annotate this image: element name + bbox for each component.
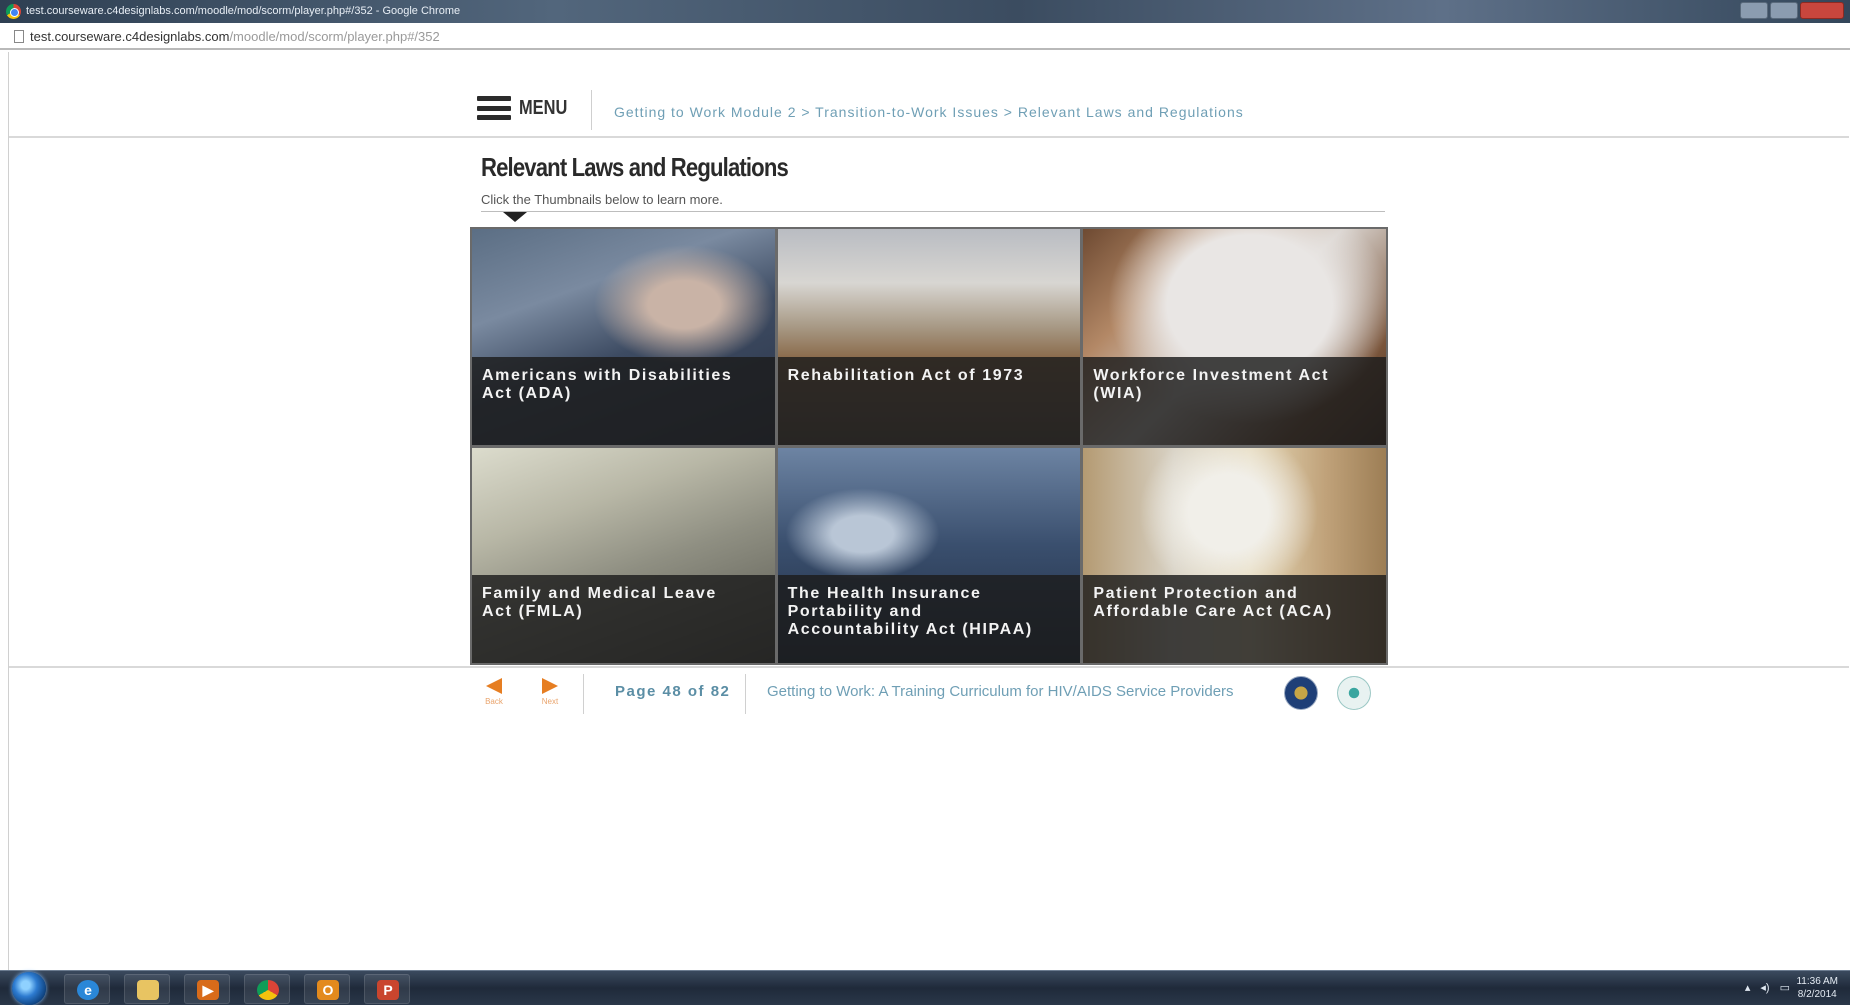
next-button[interactable]: Next (536, 676, 564, 710)
network-icon[interactable]: ▭ (1780, 981, 1790, 994)
close-window-button[interactable] (1800, 2, 1844, 19)
thumbnail-caption: Americans with Disabilities Act (ADA) (472, 356, 775, 445)
window-controls (1740, 2, 1844, 19)
thumbnail-grid: Americans with Disabilities Act (ADA) Re… (470, 227, 1388, 665)
caption-line: Affordable Care Act (ACA) (1093, 603, 1333, 620)
taskbar-chrome[interactable] (244, 974, 290, 1004)
caption-line: The Health Insurance (787, 585, 982, 602)
hamburger-icon (477, 96, 511, 120)
back-label: Back (485, 697, 503, 706)
media-player-icon: ▶ (197, 980, 219, 1000)
thumbnail-wia[interactable]: Workforce Investment Act (WIA) (1083, 229, 1386, 445)
powerpoint-icon: P (377, 980, 399, 1000)
thumbnail-hipaa[interactable]: The Health Insurance Portability and Acc… (777, 447, 1081, 663)
caption-line: Americans with Disabilities (482, 366, 733, 384)
clock-time: 11:36 AM (1796, 976, 1838, 987)
taskbar-media-player[interactable]: ▶ (184, 974, 230, 1004)
start-button[interactable] (12, 972, 46, 1005)
course-title: Getting to Work: A Training Curriculum f… (767, 683, 1234, 700)
thumbnail-aca[interactable]: Patient Protection and Affordable Care A… (1083, 447, 1386, 663)
page-viewport: MENU Getting to Work Module 2 > Transiti… (8, 52, 1849, 970)
caption-line: Rehabilitation Act of 1973 (787, 366, 1025, 384)
tray-expand-icon[interactable]: ▴ (1745, 981, 1751, 994)
address-bar[interactable]: test.courseware.c4designlabs.com/moodle/… (0, 23, 1850, 50)
outlook-icon: O (317, 980, 339, 1000)
minimize-button[interactable] (1740, 2, 1768, 19)
page-title: Relevant Laws and Regulations (481, 152, 789, 182)
window-title: test.courseware.c4designlabs.com/moodle/… (26, 5, 461, 17)
arrow-right-icon (542, 678, 558, 694)
caption-line: Workforce Investment Act (1093, 366, 1330, 384)
dol-seal-icon (1284, 676, 1318, 710)
thumbnail-caption: The Health Insurance Portability and Acc… (777, 575, 1081, 663)
taskbar-outlook[interactable]: O (304, 974, 350, 1004)
caption-line: (WIA) (1093, 384, 1144, 402)
volume-icon[interactable]: ◂) (1760, 981, 1769, 994)
caption-line: Patient Protection and (1093, 585, 1299, 602)
thumbnail-fmla[interactable]: Family and Medical Leave Act (FMLA) (472, 447, 775, 663)
url-host: test.courseware.c4designlabs.com (30, 29, 230, 44)
taskbar-internet-explorer[interactable]: e (64, 974, 110, 1004)
pointer-down-icon (503, 212, 527, 222)
chrome-logo-icon (6, 4, 21, 19)
title-rule (481, 211, 1385, 212)
thumbnail-rehabilitation-act[interactable]: Rehabilitation Act of 1973 (777, 229, 1081, 445)
back-button[interactable]: Back (480, 676, 508, 710)
thumbnail-caption: Patient Protection and Affordable Care A… (1083, 575, 1386, 663)
arrow-left-icon (486, 678, 502, 694)
thumbnail-caption: Rehabilitation Act of 1973 (777, 356, 1081, 445)
thumbnail-ada[interactable]: Americans with Disabilities Act (ADA) (472, 229, 775, 445)
taskbar-file-explorer[interactable] (124, 974, 170, 1004)
url-text[interactable]: test.courseware.c4designlabs.com/moodle/… (30, 29, 440, 44)
caption-line: Act (ADA) (482, 384, 572, 402)
menu-label: MENU (519, 96, 568, 119)
clock-date: 8/2/2014 (1797, 989, 1837, 1000)
caption-line: Act (FMLA) (482, 603, 584, 620)
course-header: MENU Getting to Work Module 2 > Transiti… (9, 86, 1849, 138)
instruction-text: Click the Thumbnails below to learn more… (481, 192, 723, 207)
taskbar: e ▶ O P ▴ ◂) ▭ 11:36 AM 8/2/2014 (0, 970, 1850, 1005)
breadcrumb: Getting to Work Module 2 > Transition-to… (614, 104, 1244, 120)
system-tray: ▴ ◂) ▭ (1745, 981, 1790, 994)
caption-line: Family and Medical Leave (482, 585, 717, 602)
page-icon (14, 30, 24, 43)
taskbar-clock[interactable]: 11:36 AM 8/2/2014 (1796, 975, 1838, 1001)
hhs-seal-icon (1337, 676, 1371, 710)
header-divider (591, 90, 592, 130)
footer-divider (583, 674, 584, 714)
footer-divider (745, 674, 746, 714)
next-label: Next (541, 697, 559, 706)
thumbnail-caption: Family and Medical Leave Act (FMLA) (472, 575, 775, 663)
window-title-bar: test.courseware.c4designlabs.com/moodle/… (0, 0, 1850, 23)
caption-line: Portability and (787, 603, 923, 620)
chrome-icon (257, 980, 279, 1000)
taskbar-powerpoint[interactable]: P (364, 974, 410, 1004)
thumbnail-caption: Workforce Investment Act (WIA) (1083, 356, 1386, 445)
page-indicator: Page 48 of 82 (615, 683, 731, 700)
maximize-button[interactable] (1770, 2, 1798, 19)
url-path: /moodle/mod/scorm/player.php#/352 (229, 29, 440, 44)
course-footer: Back Next Page 48 of 82 Getting to Work:… (9, 666, 1849, 718)
caption-line: Accountability Act (HIPAA) (787, 621, 1033, 638)
menu-button[interactable]: MENU (477, 96, 578, 120)
folder-icon (137, 980, 159, 1000)
internet-explorer-icon: e (77, 980, 99, 1000)
